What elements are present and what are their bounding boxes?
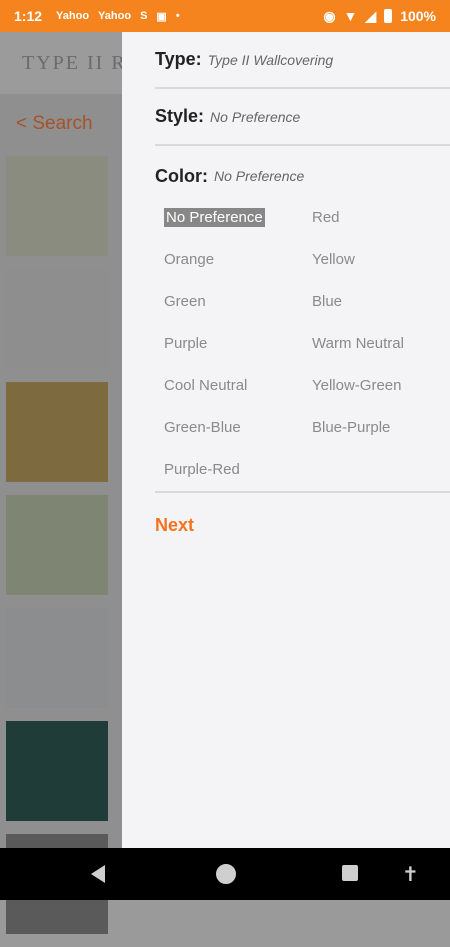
product-tile[interactable] [6, 495, 108, 595]
color-option-label: Blue [312, 293, 343, 310]
style-value: No Preference [210, 108, 301, 125]
style-label: Style: [155, 106, 205, 126]
navigation-bar: ✝ [0, 848, 450, 900]
product-tile[interactable] [6, 156, 108, 256]
wifi-icon: ▼ [343, 8, 358, 24]
color-filter-header[interactable]: Color: No Preference [155, 146, 450, 206]
color-option-label: Yellow [312, 251, 355, 268]
filter-drawer: Type: Type II Wallcovering Style: No Pre… [122, 32, 450, 848]
color-option-label: Blue-Purple [312, 419, 391, 436]
color-option[interactable]: Blue-Purple [312, 416, 450, 439]
type-value: Type II Wallcovering [207, 51, 334, 68]
signal-icon: ◢ [365, 7, 377, 24]
status-bar: 1:12 Yahoo Yahoo S ▣ • ◉ ▼ ◢ 100% [0, 0, 450, 32]
home-nav-icon[interactable] [216, 864, 236, 884]
color-option-label: Green [164, 293, 206, 310]
color-option[interactable]: Yellow-Green [312, 374, 450, 397]
product-tile[interactable] [6, 269, 108, 369]
color-label: Color: [155, 165, 208, 186]
color-option-label: Cool Neutral [164, 377, 248, 394]
color-option-label: Red [312, 209, 340, 226]
product-tile-list [6, 156, 108, 947]
product-tile[interactable] [6, 721, 108, 821]
back-nav-icon[interactable] [91, 865, 105, 883]
color-option[interactable]: Warm Neutral [312, 332, 450, 355]
sim-icon: Yahoo [56, 10, 90, 22]
color-option[interactable]: Blue [312, 290, 450, 313]
color-filter-section: Color: No Preference No Preference Red Ora… [155, 146, 450, 493]
sim-icon: Yahoo [98, 10, 132, 22]
color-option[interactable]: Green [164, 290, 312, 313]
sync-icon: S [140, 10, 148, 22]
color-value: No Preference [214, 168, 305, 184]
vibrate-icon: ◉ [323, 7, 336, 24]
color-option[interactable]: Green-Blue [164, 416, 312, 439]
color-option-label: Yellow-Green [312, 377, 402, 394]
next-button[interactable]: Next [155, 515, 194, 536]
color-option[interactable]: Yellow [312, 248, 450, 271]
color-option[interactable]: Orange [164, 248, 312, 271]
product-tile[interactable] [6, 382, 108, 482]
color-option[interactable]: No Preference [164, 206, 312, 229]
status-time: 1:12 [14, 8, 43, 24]
color-option[interactable]: Purple-Red [164, 458, 312, 481]
accessibility-icon[interactable]: ✝ [402, 862, 419, 887]
product-tile[interactable] [6, 608, 108, 708]
color-option-label: Orange [164, 251, 215, 268]
color-options-grid: No Preference Red Orange Yellow Green Blue Pur… [155, 206, 450, 481]
device-icon: ▣ [156, 10, 167, 23]
dot-icon: • [175, 10, 180, 22]
status-right: ◉ ▼ ◢ 100% [323, 8, 436, 25]
color-option[interactable]: Cool Neutral [164, 374, 312, 397]
type-label: Type: [155, 49, 202, 69]
color-option-label: Green-Blue [164, 419, 241, 436]
recents-nav-icon[interactable] [342, 865, 358, 881]
color-option[interactable]: Red [312, 206, 450, 229]
battery-icon [384, 9, 393, 23]
back-link-label: < Search [16, 113, 93, 134]
color-option-label: No Preference [164, 208, 265, 227]
color-option[interactable]: Purple [164, 332, 312, 355]
color-option-label: Purple [164, 335, 208, 352]
style-filter-row[interactable]: Style: No Preference [155, 89, 450, 146]
battery-percent: 100% [400, 8, 436, 24]
type-filter-row[interactable]: Type: Type II Wallcovering [155, 32, 450, 89]
color-option-label: Purple-Red [164, 461, 240, 478]
color-option-label: Warm Neutral [312, 335, 404, 352]
